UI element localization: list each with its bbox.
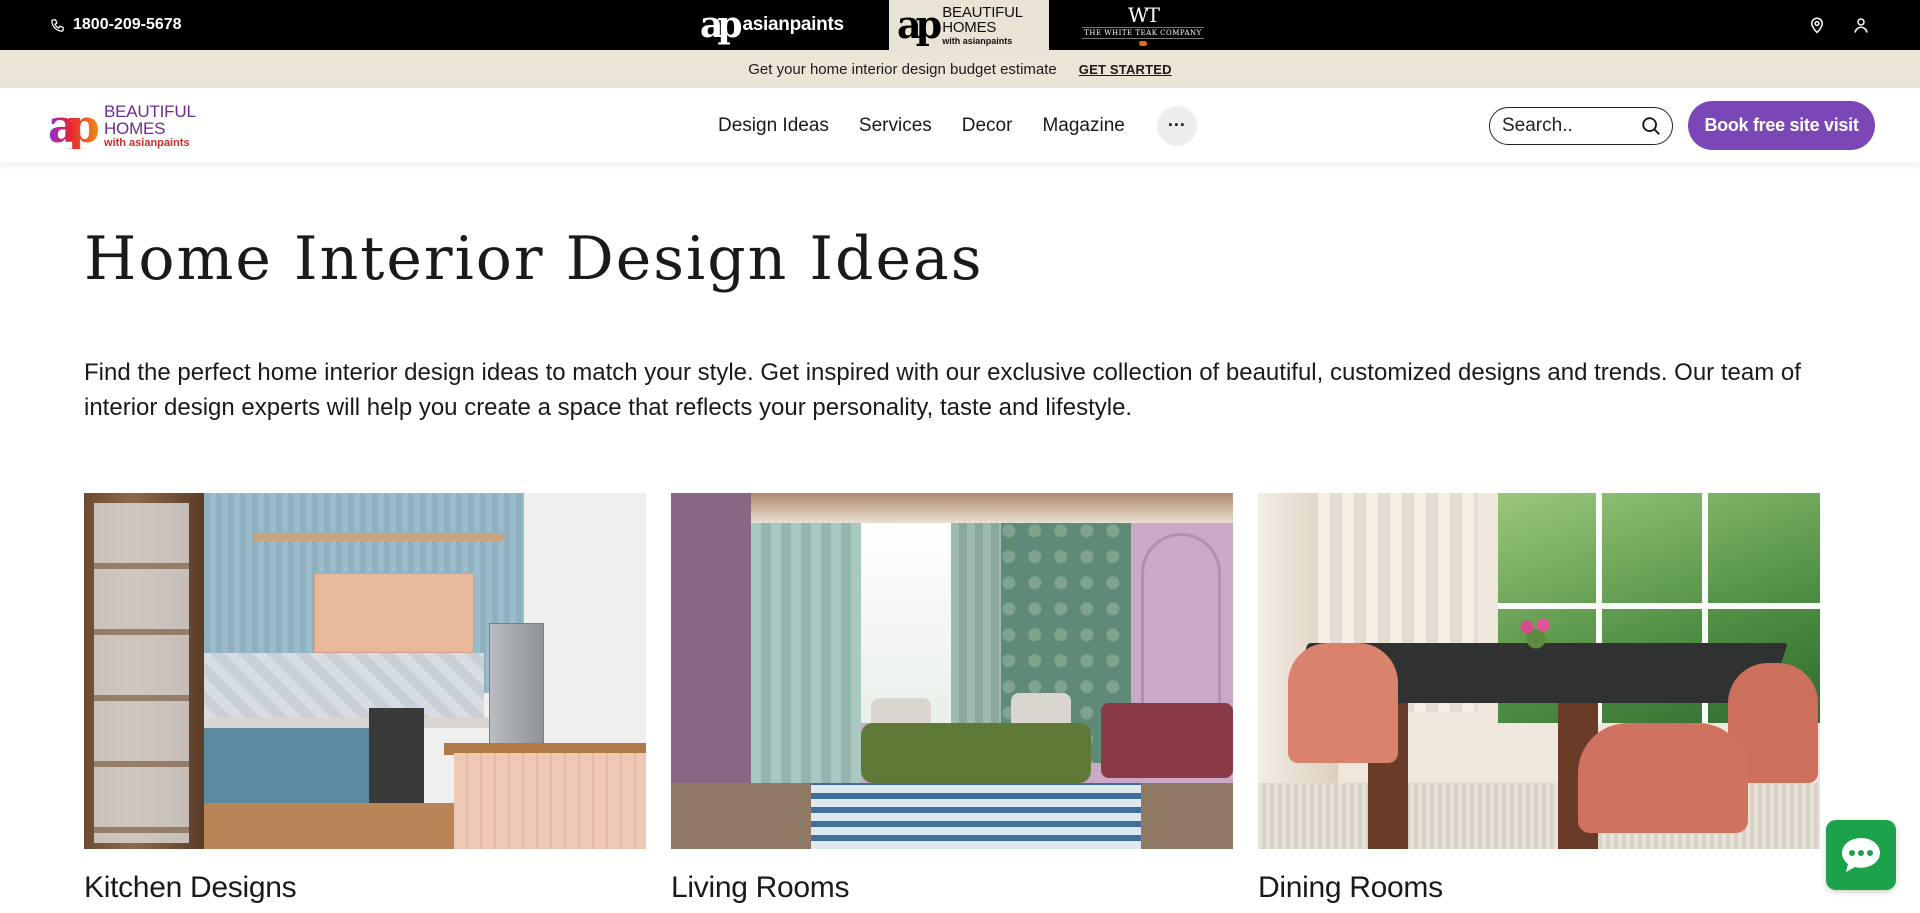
category-cards: Kitchen Designs Living Rooms Dining Room…	[84, 493, 1820, 905]
white-teak-logo-icon: WT	[1128, 2, 1160, 27]
page-title: Home Interior Design Ideas	[84, 224, 984, 294]
card-living-rooms[interactable]: Living Rooms	[671, 493, 1233, 905]
nav-links: Design Ideas Services Decor Magazine ···	[718, 88, 1197, 163]
search-input[interactable]	[1502, 115, 1632, 137]
logo-line2: HOMES	[103, 118, 166, 138]
phone-number: 1800-209-5678	[73, 16, 182, 33]
asianpaints-wordmark: asianpaints	[742, 14, 845, 35]
beautiful-homes-brand-link[interactable]: ap BEAUTIFUL HOMES with asianpaints	[889, 0, 1049, 50]
phone-icon	[51, 18, 64, 32]
promo-strip: Get your home interior design budget est…	[0, 50, 1920, 88]
search-icon[interactable]	[1640, 115, 1662, 137]
white-teak-ap-dot-icon	[1139, 40, 1147, 46]
kitchen-image[interactable]	[84, 493, 646, 849]
dining-room-image[interactable]	[1258, 493, 1820, 849]
logo-line3: with asianpaints	[103, 136, 190, 149]
nav-link-services[interactable]: Services	[859, 115, 932, 137]
card-title[interactable]: Living Rooms	[671, 871, 1233, 905]
location-pin-icon[interactable]	[1808, 16, 1826, 34]
book-site-visit-button[interactable]: Book free site visit	[1688, 101, 1875, 150]
card-dining-rooms[interactable]: Dining Rooms	[1258, 493, 1820, 905]
white-teak-brand-link[interactable]: WT THE WHITE TEAK COMPANY	[1082, 0, 1204, 50]
intro-paragraph: Find the perfect home interior design id…	[84, 359, 1801, 421]
more-menu-button[interactable]: ···	[1156, 105, 1197, 146]
bh-line1: BEAUTIFUL	[942, 3, 1023, 21]
site-logo[interactable]: ap BEAUTIFUL HOMES with asianpaints	[48, 98, 196, 153]
white-teak-wordmark: THE WHITE TEAK COMPANY	[1082, 26, 1204, 39]
main-nav: ap BEAUTIFUL HOMES with asianpaints Desi…	[0, 88, 1920, 163]
card-title[interactable]: Dining Rooms	[1258, 871, 1820, 905]
user-icon[interactable]	[1852, 16, 1870, 34]
asianpaints-logo-icon: ap	[700, 4, 742, 46]
chat-bubble-icon	[1842, 838, 1880, 872]
search-box	[1489, 107, 1673, 145]
promo-text: Get your home interior design budget est…	[748, 60, 1057, 78]
card-kitchen-designs[interactable]: Kitchen Designs	[84, 493, 646, 905]
bh-line3: with asianpaints	[942, 35, 1013, 46]
nav-link-magazine[interactable]: Magazine	[1042, 115, 1124, 137]
beautiful-homes-logo-icon: ap	[897, 2, 942, 47]
asianpaints-brand-link[interactable]: ap asianpaints	[700, 0, 844, 50]
chat-button[interactable]	[1826, 820, 1896, 890]
card-title[interactable]: Kitchen Designs	[84, 871, 646, 905]
beautiful-homes-wordmark: BEAUTIFUL HOMES with asianpaints	[942, 5, 1023, 46]
top-bar: 1800-209-5678 ap asianpaints ap BEAUTIFU…	[0, 0, 1920, 50]
get-started-link[interactable]: GET STARTED	[1079, 62, 1172, 77]
bh-line2: HOMES	[942, 18, 997, 36]
living-room-image[interactable]	[671, 493, 1233, 849]
logo-line1: BEAUTIFUL	[103, 101, 196, 121]
phone-link[interactable]: 1800-209-5678	[50, 0, 182, 50]
top-bar-icons	[1808, 0, 1870, 50]
nav-link-decor[interactable]: Decor	[962, 115, 1013, 137]
logo-wordmark: BEAUTIFUL HOMES with asianpaints	[104, 103, 196, 149]
nav-link-design-ideas[interactable]: Design Ideas	[718, 115, 829, 137]
beautiful-homes-logo-icon: ap	[48, 103, 100, 149]
